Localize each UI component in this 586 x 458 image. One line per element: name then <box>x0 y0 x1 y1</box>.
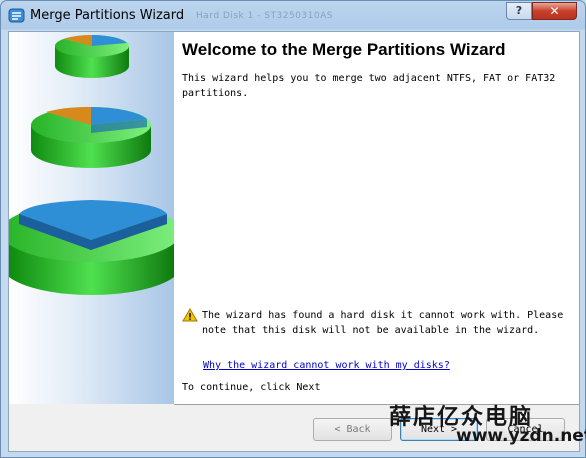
partition-disks-graphic <box>9 35 174 296</box>
help-button[interactable]: ? <box>506 2 532 20</box>
wizard-disk-icon <box>8 8 25 23</box>
title-bar[interactable]: Merge Partitions Wizard Hard Disk 1 - ST… <box>1 1 585 31</box>
warning-icon <box>182 308 198 322</box>
watermark-url: www.yzdn.net <box>456 426 586 446</box>
continue-instruction: To continue, click Next <box>182 382 321 393</box>
warning-text: The wizard has found a hard disk it cann… <box>202 310 564 336</box>
wizard-window: Merge Partitions Wizard Hard Disk 1 - ST… <box>0 0 586 458</box>
page-title: Welcome to the Merge Partitions Wizard <box>182 40 506 59</box>
side-banner <box>9 32 174 404</box>
help-link[interactable]: Why the wizard cannot work with my disks… <box>203 358 450 373</box>
close-button[interactable]: ✕ <box>532 2 577 20</box>
intro-text: This wizard helps you to merge two adjac… <box>182 73 556 99</box>
window-title: Merge Partitions Wizard <box>30 8 185 23</box>
wizard-body: Welcome to the Merge Partitions Wizard T… <box>8 31 580 452</box>
back-button[interactable]: < Back <box>313 418 392 441</box>
background-window-title: Hard Disk 1 - ST3250310AS <box>196 11 333 21</box>
wizard-content: Welcome to the Merge Partitions Wizard T… <box>174 32 579 405</box>
